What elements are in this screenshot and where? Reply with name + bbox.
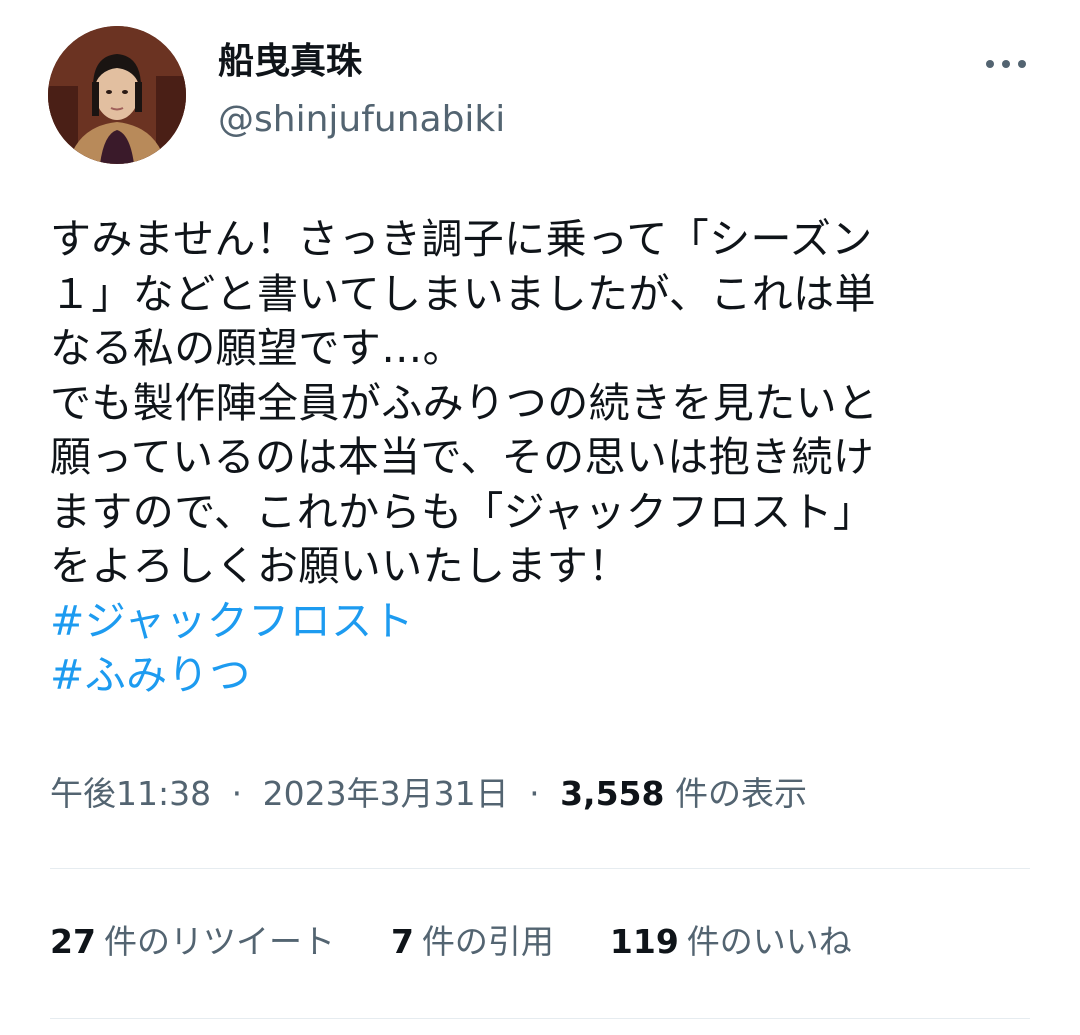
engagement-stats: 27 件のリツイート 7 件の引用 119 件のいいね: [50, 920, 908, 964]
tweet-text-line: でも製作陣全員がふみりつの続きを見たいと: [50, 378, 879, 427]
retweets-stat[interactable]: 27 件のリツイート: [50, 920, 335, 964]
quotes-label: 件の引用: [421, 922, 554, 961]
tweet-date[interactable]: 2023年3月31日: [263, 774, 509, 813]
tweet-metadata: 午後11:38 · 2023年3月31日 · 3,558 件の表示: [50, 772, 807, 816]
author-handle[interactable]: @shinjufunabiki: [218, 98, 505, 142]
author-display-name[interactable]: 船曳真珠: [218, 40, 362, 84]
retweets-count: 27: [50, 922, 96, 961]
divider: [50, 868, 1030, 869]
tweet-detail: 船曳真珠 @shinjufunabiki すみません！さっき調子に乗って「シーズ…: [0, 0, 1080, 1035]
likes-count: 119: [609, 922, 679, 961]
tweet-text-line: すみません！さっき調子に乗って「シーズン: [50, 215, 873, 263]
meta-separator: ·: [231, 774, 243, 813]
views-label: 件の表示: [674, 774, 807, 813]
tweet-text-line: ますので、これからも「ジャックフロスト」: [50, 487, 875, 536]
hashtag-link-jackfrost[interactable]: #ジャックフロスト: [50, 594, 1050, 649]
more-horizontal-icon: [982, 60, 1030, 68]
tweet-text-line: １」などと書いてしまいましたが、これは単: [50, 269, 876, 318]
likes-stat[interactable]: 119 件のいいね: [610, 920, 852, 964]
avatar-image: [48, 26, 186, 164]
tweet-text-line: をよろしくお願いいたします！: [50, 542, 630, 590]
tweet-text-line: なる私の願望です…。: [50, 324, 464, 372]
hashtag-link-fumiritsu[interactable]: #ふみりつ: [50, 648, 1050, 703]
retweets-label: 件のリツイート: [103, 922, 335, 961]
quotes-stat[interactable]: 7 件の引用: [391, 920, 554, 964]
meta-separator: ·: [529, 774, 540, 813]
tweet-time[interactable]: 午後11:38: [50, 774, 211, 813]
divider: [50, 1018, 1030, 1019]
tweet-text-line: 願っているのは本当で、その思いは抱き続け: [50, 433, 875, 481]
tweet-text: すみません！さっき調子に乗って「シーズン １」などと書いてしまいましたが、これは…: [50, 212, 1050, 703]
avatar[interactable]: [48, 26, 186, 164]
more-options-button[interactable]: [976, 44, 1036, 84]
quotes-count: 7: [390, 922, 414, 961]
likes-label: 件のいいね: [686, 922, 852, 961]
views-count: 3,558: [560, 774, 665, 813]
